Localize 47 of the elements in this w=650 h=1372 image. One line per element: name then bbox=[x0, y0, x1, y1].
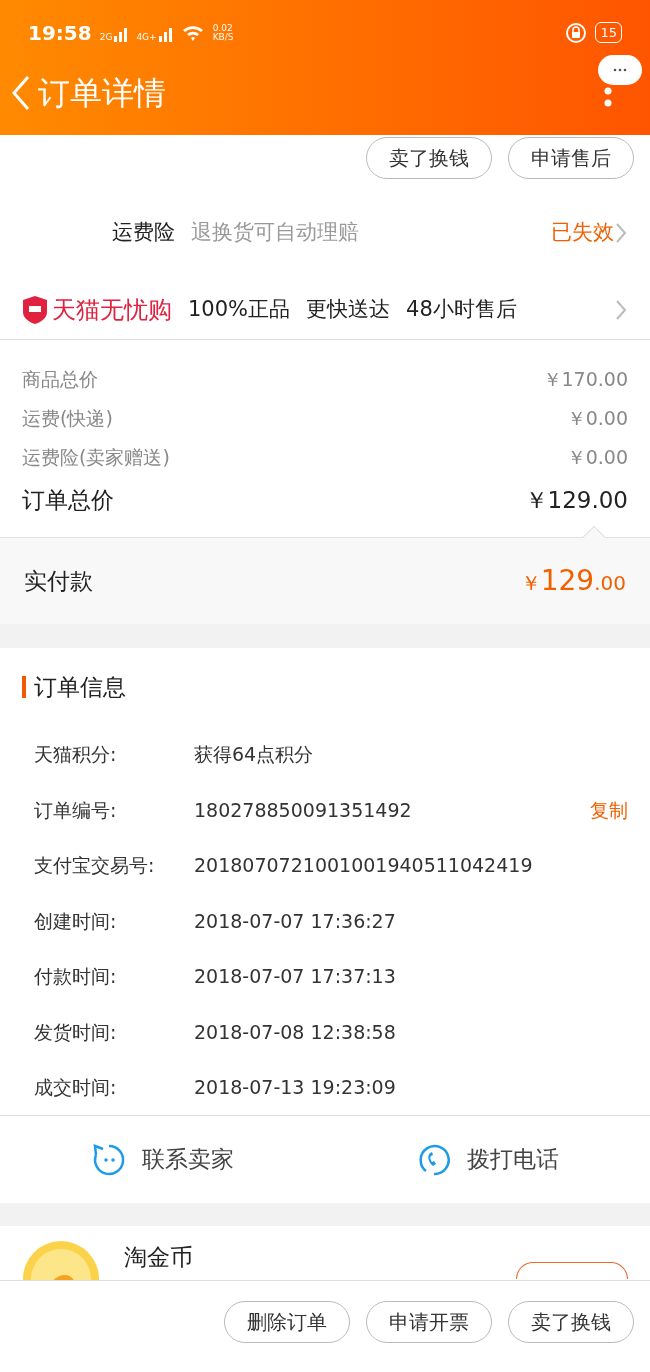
price-value: ￥170.00 bbox=[542, 367, 628, 393]
speed-unit: KB/S bbox=[212, 32, 234, 42]
status-time: 19:58 bbox=[28, 19, 92, 47]
coins-title: 淘金币 bbox=[124, 1243, 193, 1272]
feature-text: 更快送达 bbox=[306, 295, 391, 323]
action-button[interactable]: 卖了换钱 bbox=[508, 1301, 634, 1343]
info-value: 180278850091351492 bbox=[194, 797, 413, 823]
price-label: 商品总价 bbox=[22, 367, 98, 393]
price-label: 运费险(卖家赠送) bbox=[22, 445, 170, 471]
info-value: 2018070721001001940511042419 bbox=[194, 853, 534, 878]
info-value: 2018-07-08 12:38:58 bbox=[194, 1019, 397, 1045]
info-value: 2018-07-07 17:36:27 bbox=[194, 908, 397, 934]
paid-amount: ￥129.00 bbox=[520, 563, 626, 599]
info-label: 成交时间: bbox=[34, 1075, 118, 1100]
section-title: 订单信息 bbox=[34, 673, 126, 702]
info-value: 2018-07-13 19:23:09 bbox=[194, 1075, 397, 1100]
insurance-description: 退换货可自动理赔 bbox=[191, 218, 359, 246]
info-label: 创建时间: bbox=[34, 908, 118, 934]
insurance-status: 已失效 bbox=[551, 218, 614, 246]
battery-level: 15 bbox=[595, 21, 622, 44]
info-label: 支付宝交易号: bbox=[34, 853, 156, 878]
price-label: 运费(快递) bbox=[22, 406, 113, 432]
price-value: ￥0.00 bbox=[566, 445, 628, 471]
feature-text: 48小时售后 bbox=[406, 295, 517, 323]
network-speed: 0.02 bbox=[212, 23, 234, 33]
brand-name: 天猫无忧购 bbox=[52, 294, 172, 326]
insurance-label: 运费险 bbox=[112, 218, 175, 246]
info-value: 2018-07-07 17:37:13 bbox=[194, 964, 397, 989]
info-label: 天猫积分: bbox=[34, 742, 118, 767]
page-title: 订单详情 bbox=[38, 72, 166, 114]
feature-text: 100%正品 bbox=[188, 295, 291, 323]
network-label: 4G+ bbox=[136, 32, 157, 42]
action-button[interactable]: 删除订单 bbox=[224, 1301, 350, 1343]
info-label: 付款时间: bbox=[34, 964, 118, 989]
paid-label: 实付款 bbox=[24, 566, 93, 596]
action-button[interactable]: 申请开票 bbox=[366, 1301, 492, 1343]
info-value: 获得64点积分 bbox=[194, 742, 315, 767]
price-label: 订单总价 bbox=[22, 485, 114, 515]
network-label: 2G bbox=[99, 32, 113, 42]
contact-button[interactable]: 拨打电话 bbox=[325, 1136, 650, 1183]
contact-button[interactable]: 联系卖家 bbox=[0, 1136, 325, 1183]
info-label: 发货时间: bbox=[34, 1019, 118, 1045]
price-value: ￥0.00 bbox=[566, 406, 628, 432]
action-button[interactable]: 卖了换钱 bbox=[366, 137, 492, 179]
info-label: 订单编号: bbox=[34, 797, 118, 823]
action-button[interactable]: 申请售后 bbox=[508, 137, 634, 179]
price-value: ￥129.00 bbox=[524, 485, 628, 515]
